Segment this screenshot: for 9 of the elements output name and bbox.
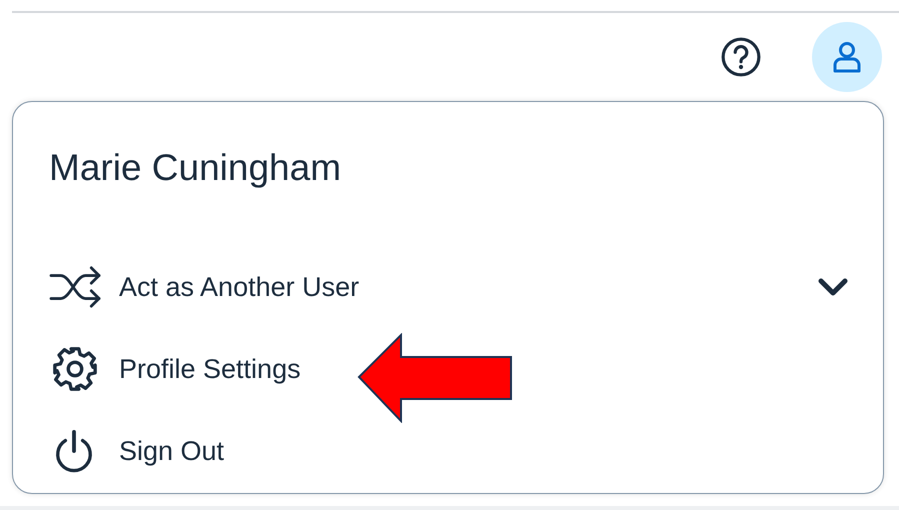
menu-item[interactable]: Act as Another User — [119, 272, 360, 303]
user-icon — [832, 41, 862, 73]
shuffle-icon — [49, 264, 103, 310]
gear-icon — [51, 345, 99, 394]
menu-item[interactable]: Profile Settings — [119, 354, 301, 385]
help-icon — [720, 36, 762, 78]
menu-item[interactable]: Sign Out — [119, 436, 224, 468]
chevron-down-icon[interactable] — [817, 277, 849, 298]
user-name: Marie Cuningham — [49, 146, 342, 190]
